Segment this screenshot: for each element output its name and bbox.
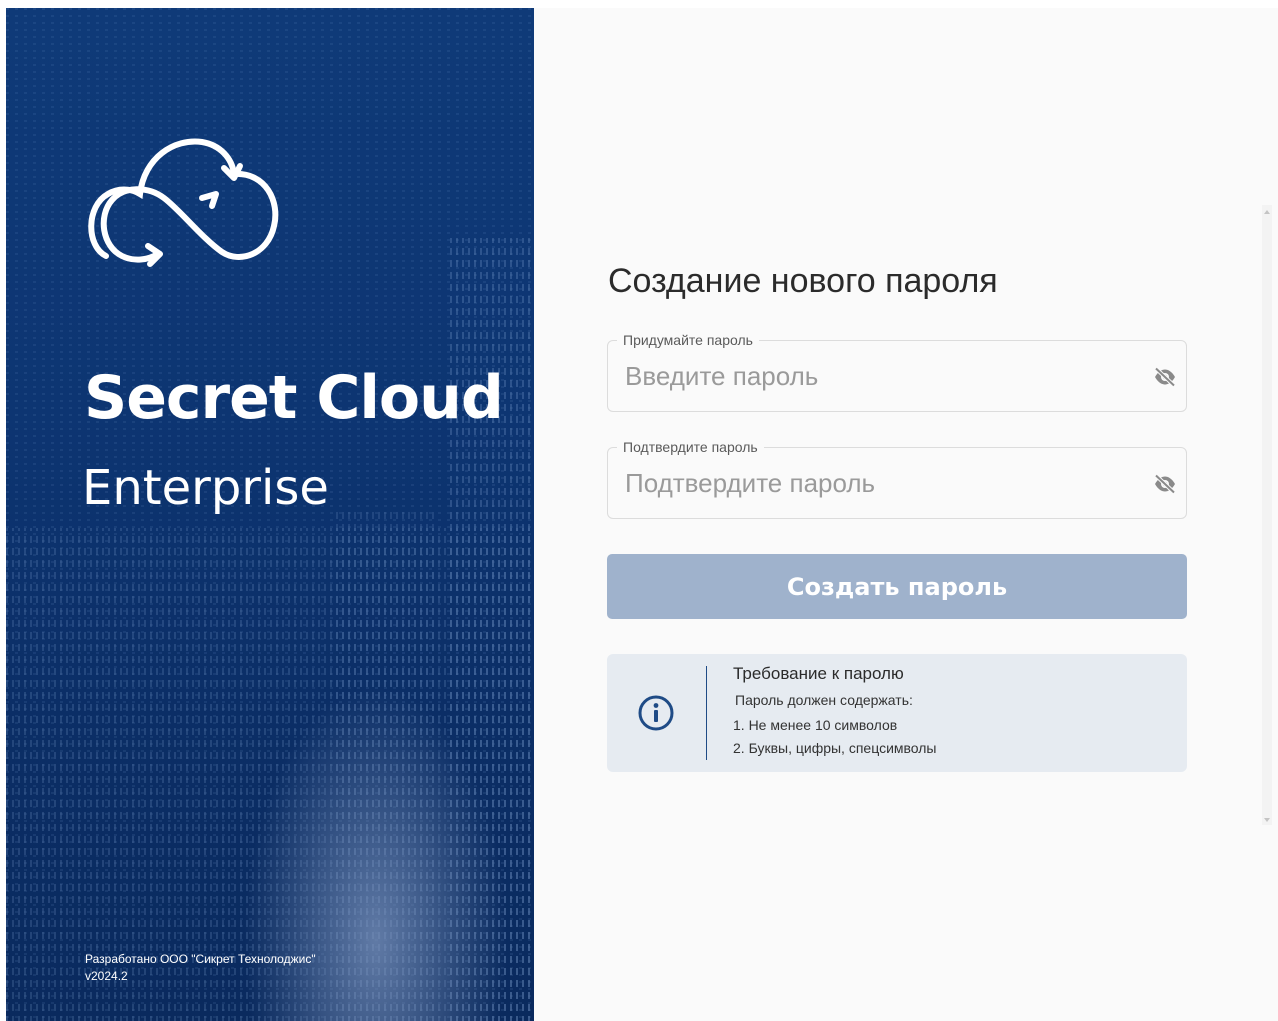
confirm-password-label: Подтвердите пароль	[617, 439, 764, 455]
scroll-up-arrow-icon[interactable]	[1264, 210, 1270, 214]
page: Secret Cloud Enterprise Разработано ООО …	[0, 0, 1278, 1021]
eye-off-icon[interactable]	[1153, 472, 1177, 496]
scrollbar[interactable]	[1262, 205, 1272, 825]
info-divider	[706, 666, 707, 760]
brand-hero-panel: Secret Cloud Enterprise Разработано ООО …	[6, 8, 534, 1021]
developer-credit: Разработано ООО "Сикрет Технолоджис"	[85, 952, 316, 966]
list-item: 2. Буквы, цифры, спецсимволы	[733, 740, 937, 756]
list-item: 1. Не менее 10 символов	[733, 717, 898, 733]
brand-title: Secret Cloud	[84, 363, 504, 433]
requirements-title: Требование к паролю	[733, 664, 904, 683]
new-password-field: Придумайте пароль	[607, 332, 1187, 412]
requirements-list: 1. Не менее 10 символов 2. Буквы, цифры,…	[733, 714, 937, 760]
hero-footer: Разработано ООО "Сикрет Технолоджис" v20…	[85, 951, 316, 985]
requirements-lead: Пароль должен содержать:	[735, 692, 913, 708]
info-icon	[638, 695, 674, 731]
create-password-button[interactable]: Создать пароль	[607, 554, 1187, 619]
password-requirements-box: Требование к паролю Пароль должен содерж…	[607, 654, 1187, 772]
app-version: v2024.2	[85, 969, 128, 983]
page-title: Создание нового пароля	[608, 262, 998, 300]
scroll-down-arrow-icon[interactable]	[1264, 818, 1270, 822]
brand-subtitle: Enterprise	[82, 460, 329, 516]
cloud-infinity-logo-icon	[88, 138, 279, 267]
confirm-password-field: Подтвердите пароль	[607, 439, 1187, 519]
eye-off-icon[interactable]	[1153, 365, 1177, 389]
new-password-input[interactable]	[625, 359, 1125, 393]
confirm-password-input[interactable]	[625, 466, 1125, 500]
new-password-label: Придумайте пароль	[617, 332, 759, 348]
